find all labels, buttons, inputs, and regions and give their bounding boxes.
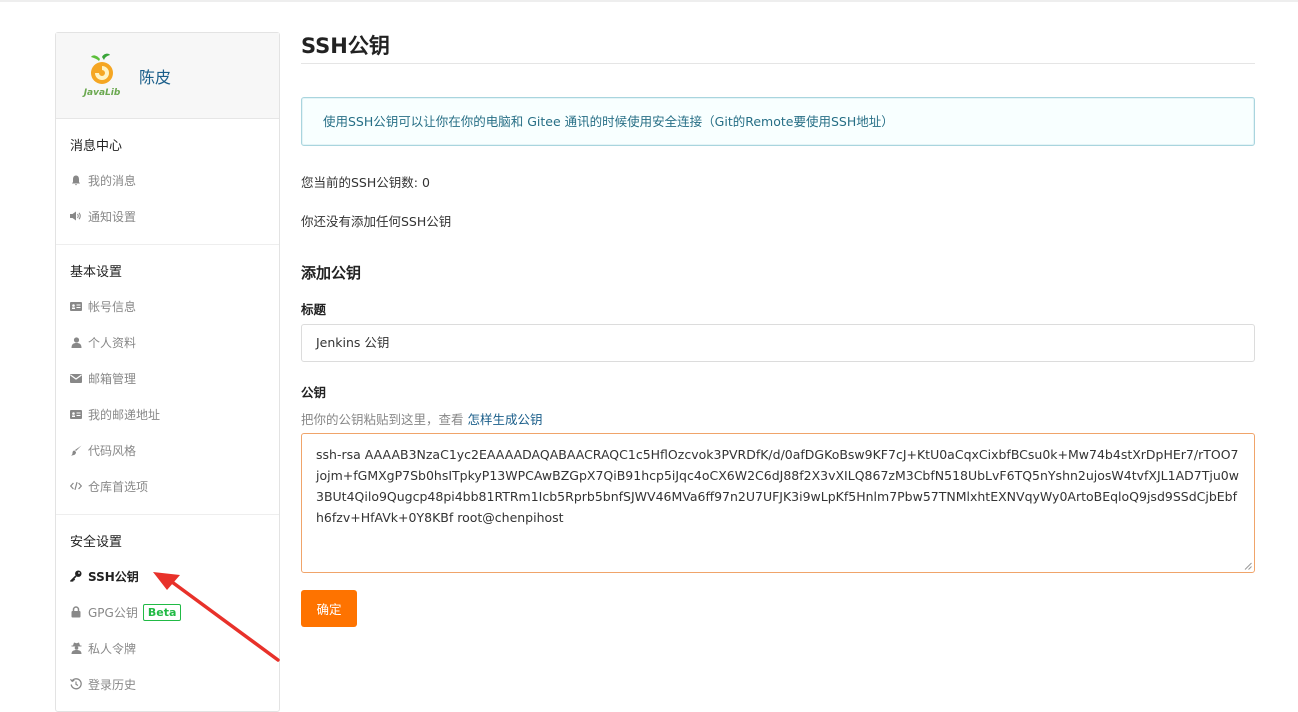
- sidebar-item-gpg-keys[interactable]: GPG公钥 Beta: [56, 594, 279, 630]
- section-title: 安全设置: [70, 535, 123, 550]
- section-title: 消息中心: [70, 139, 123, 154]
- page-title: SSH公钥: [301, 30, 1255, 64]
- section-messages: 消息中心 我的消息 通知设置: [56, 119, 279, 245]
- section-basic-settings: 基本设置 帐号信息 个人资料 邮箱管理 我的邮递地址 代码风格 仓库首选项: [56, 245, 279, 515]
- add-key-heading: 添加公钥: [301, 264, 362, 282]
- sidebar-item-label: GPG公钥: [88, 605, 138, 620]
- info-message: 使用SSH公钥可以让你在你的电脑和 Gitee 通讯的时候使用安全连接（Git的…: [301, 97, 1255, 146]
- javalib-logo: JavaLib: [82, 53, 121, 98]
- settings-sidebar: JavaLib 陈皮 消息中心 我的消息 通知设置 基本设置 帐号信息 个人资料…: [55, 32, 280, 712]
- sidebar-item-my-messages[interactable]: 我的消息: [56, 162, 279, 198]
- history-icon: [70, 678, 82, 690]
- sidebar-item-repo-preferences[interactable]: 仓库首选项: [56, 468, 279, 504]
- submit-button[interactable]: 确定: [301, 590, 357, 627]
- sidebar-item-ssh-keys[interactable]: SSH公钥: [56, 558, 279, 594]
- mail-icon: [70, 372, 82, 384]
- title-input[interactable]: Jenkins 公钥: [301, 324, 1255, 362]
- profile-header: JavaLib 陈皮: [56, 33, 279, 119]
- id-card-icon: [70, 300, 82, 312]
- bell-icon: [70, 174, 82, 186]
- beta-badge: Beta: [142, 603, 182, 621]
- section-security-settings: 安全设置 SSH公钥 GPG公钥 Beta 私人令牌 登录历史: [56, 515, 279, 712]
- brush-icon: [70, 444, 82, 456]
- sidebar-item-login-history[interactable]: 登录历史: [56, 666, 279, 702]
- sidebar-item-label: 帐号信息: [88, 299, 137, 314]
- sidebar-item-label: 通知设置: [88, 209, 137, 224]
- sidebar-item-mailing-address[interactable]: 我的邮递地址: [56, 396, 279, 432]
- sidebar-item-label: 登录历史: [88, 677, 137, 692]
- speaker-icon: [70, 210, 82, 222]
- sidebar-item-code-style[interactable]: 代码风格: [56, 432, 279, 468]
- user-secret-icon: [70, 642, 82, 654]
- how-to-generate-key-link[interactable]: 怎样生成公钥: [467, 412, 542, 427]
- profile-name[interactable]: 陈皮: [139, 64, 171, 88]
- svg-text:JavaLib: JavaLib: [82, 88, 121, 98]
- key-hint: 把你的公钥粘贴到这里，查看 怎样生成公钥: [301, 409, 1255, 428]
- sidebar-item-label: 我的邮递地址: [88, 407, 161, 422]
- section-title: 基本设置: [70, 265, 123, 280]
- address-card-icon: [70, 408, 82, 420]
- sidebar-item-email[interactable]: 邮箱管理: [56, 360, 279, 396]
- sidebar-item-notification-settings[interactable]: 通知设置: [56, 198, 279, 234]
- ssh-key-count: 您当前的SSH公钥数: 0: [301, 175, 430, 190]
- key-label: 公钥: [301, 385, 327, 400]
- sidebar-item-account-info[interactable]: 帐号信息: [56, 288, 279, 324]
- sidebar-item-label: 我的消息: [88, 173, 137, 188]
- sidebar-item-label: 邮箱管理: [88, 371, 137, 386]
- empty-state-text: 你还没有添加任何SSH公钥: [301, 214, 452, 229]
- sidebar-item-label: 私人令牌: [88, 641, 137, 656]
- sidebar-item-label: 仓库首选项: [88, 479, 149, 494]
- public-key-textarea[interactable]: ssh-rsa AAAAB3NzaC1yc2EAAAADAQABAACRAQC1…: [301, 433, 1255, 573]
- sidebar-item-label: 个人资料: [88, 335, 137, 350]
- user-icon: [70, 336, 82, 348]
- lock-icon: [70, 606, 82, 618]
- main-content: SSH公钥 使用SSH公钥可以让你在你的电脑和 Gitee 通讯的时候使用安全连…: [301, 30, 1255, 627]
- key-icon: [70, 570, 82, 582]
- title-label: 标题: [301, 302, 327, 317]
- top-divider: [0, 0, 1298, 2]
- sidebar-item-profile[interactable]: 个人资料: [56, 324, 279, 360]
- sidebar-item-label: SSH公钥: [88, 569, 139, 584]
- code-icon: [70, 480, 82, 492]
- sidebar-item-label: 代码风格: [88, 443, 137, 458]
- sidebar-item-personal-tokens[interactable]: 私人令牌: [56, 630, 279, 666]
- public-key-value: ssh-rsa AAAAB3NzaC1yc2EAAAADAQABAACRAQC1…: [316, 447, 1239, 525]
- resize-handle-icon[interactable]: [1244, 562, 1252, 570]
- key-hint-text: 把你的公钥粘贴到这里，查看: [301, 412, 468, 427]
